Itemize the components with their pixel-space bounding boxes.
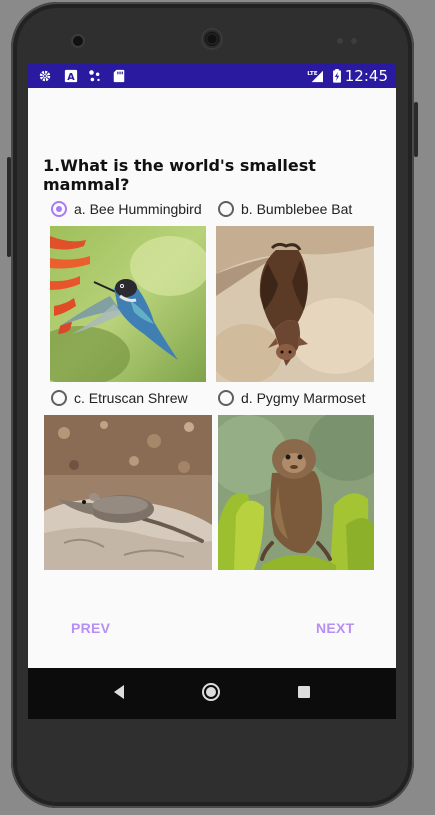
volume-button	[7, 157, 11, 257]
clock: 12:45	[344, 67, 388, 85]
home-icon[interactable]	[201, 682, 221, 702]
earpiece-speaker	[203, 30, 221, 48]
power-button	[414, 102, 418, 157]
svg-text:LTE: LTE	[307, 71, 318, 77]
question-text: 1.What is the world's smallest mammal?	[43, 156, 316, 194]
marmoset-image[interactable]	[218, 415, 374, 570]
device-screen: A LTE 12:45 1.What is the world's smalle…	[28, 64, 396, 719]
radio-button-c[interactable]	[51, 390, 67, 406]
front-camera	[73, 36, 83, 46]
font-a-icon: A	[64, 69, 78, 83]
radio-button-b[interactable]	[218, 201, 234, 217]
bat-image[interactable]	[216, 226, 374, 382]
option-d-label: d. Pygmy Marmoset	[241, 390, 366, 406]
hummingbird-image[interactable]	[50, 226, 206, 382]
option-b-label: b. Bumblebee Bat	[241, 201, 353, 217]
option-a-label: a. Bee Hummingbird	[74, 201, 202, 217]
next-button[interactable]: NEXT	[316, 620, 355, 636]
radio-button-d[interactable]	[218, 390, 234, 406]
recents-icon[interactable]	[297, 685, 311, 699]
sd-card-icon	[113, 69, 125, 83]
option-c[interactable]: c. Etruscan Shrew	[51, 390, 188, 406]
option-c-label: c. Etruscan Shrew	[74, 390, 188, 406]
status-bar: A LTE 12:45	[28, 64, 396, 88]
phone-top-bezel	[11, 2, 414, 66]
proximity-sensor	[337, 38, 343, 44]
svg-text:A: A	[67, 72, 75, 83]
light-sensor	[351, 38, 357, 44]
radio-button-a[interactable]	[51, 201, 67, 217]
option-a[interactable]: a. Bee Hummingbird	[51, 201, 202, 217]
option-d[interactable]: d. Pygmy Marmoset	[218, 390, 365, 406]
system-navigation-bar	[28, 668, 396, 719]
lte-signal-icon: LTE	[307, 70, 323, 83]
option-b[interactable]: b. Bumblebee Bat	[218, 201, 352, 217]
gear-icon	[39, 70, 51, 82]
battery-charging-icon	[333, 69, 341, 83]
back-icon[interactable]	[112, 684, 126, 700]
dots-icon	[89, 70, 100, 82]
prev-button[interactable]: PREV	[71, 620, 110, 636]
shrew-image[interactable]	[44, 415, 212, 570]
